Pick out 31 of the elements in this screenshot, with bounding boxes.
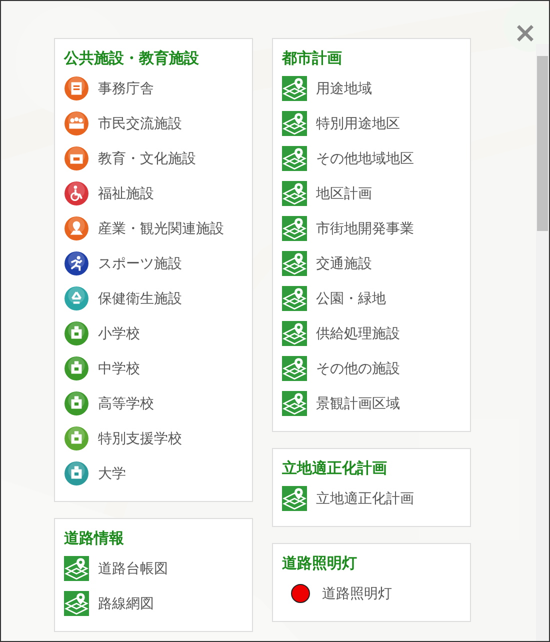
layer-item[interactable]: 特別用途地区	[282, 106, 462, 141]
category-title: 都市計画	[282, 48, 343, 69]
layer-item[interactable]: 景観計画区域	[282, 386, 462, 421]
layer-item[interactable]: 用途地域	[282, 71, 462, 106]
category-title: 立地適正化計画	[282, 458, 388, 479]
layer-item[interactable]: 市街地開発事業	[282, 211, 462, 246]
layer-item[interactable]: 路線網図	[64, 586, 244, 621]
layer-item[interactable]: 高等学校	[64, 386, 244, 421]
layer-item[interactable]: 地区計画	[282, 176, 462, 211]
layer-item[interactable]: 教育・文化施設	[64, 141, 244, 176]
layer-item[interactable]: 中学校	[64, 351, 244, 386]
category-title: 道路情報	[64, 528, 125, 549]
layer-item[interactable]: 特別支援学校	[64, 421, 244, 456]
layer-item[interactable]: スポーツ施設	[64, 246, 244, 281]
layer-item[interactable]: 公園・緑地	[282, 281, 462, 316]
category-title: 道路照明灯	[282, 553, 358, 574]
layer-item[interactable]: 事務庁舎	[64, 71, 244, 106]
layer-item[interactable]: 市民交流施設	[64, 106, 244, 141]
category-title: 公共施設・教育施設	[64, 48, 200, 69]
layer-item[interactable]: その他地域地区	[282, 141, 462, 176]
layer-item[interactable]: その他の施設	[282, 351, 462, 386]
layer-item[interactable]: 道路照明灯	[282, 576, 462, 611]
layer-item[interactable]: 大学	[64, 456, 244, 491]
layer-item[interactable]: 立地適正化計画	[282, 481, 462, 516]
layer-item[interactable]: 小学校	[64, 316, 244, 351]
layer-item[interactable]: 供給処理施設	[282, 316, 462, 351]
layer-item[interactable]: 福祉施設	[64, 176, 244, 211]
layer-item[interactable]: 交通施設	[282, 246, 462, 281]
layer-item[interactable]: 産業・観光関連施設	[64, 211, 244, 246]
layer-item[interactable]: 保健衛生施設	[64, 281, 244, 316]
layer-item[interactable]: 道路台帳図	[64, 551, 244, 586]
